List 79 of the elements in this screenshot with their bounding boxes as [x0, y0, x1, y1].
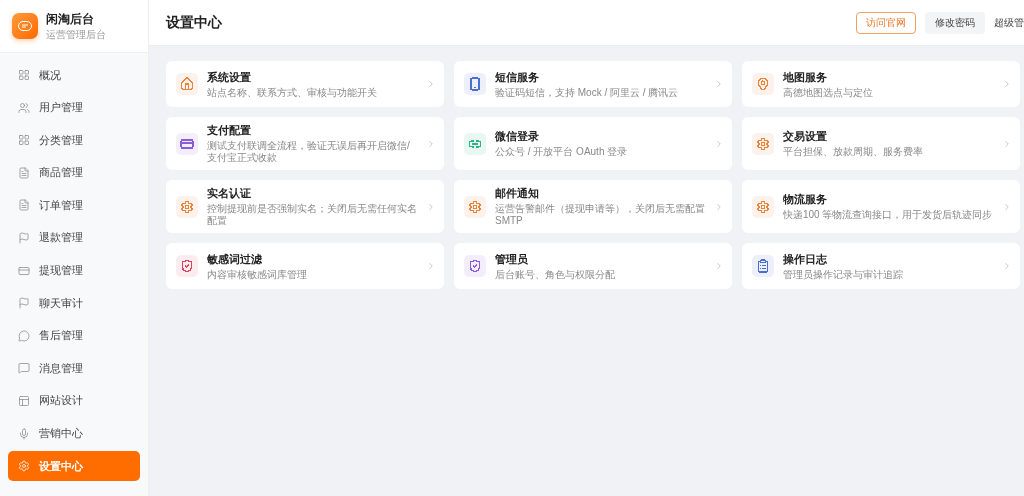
sidebar-item[interactable]: 售后管理 [8, 320, 140, 351]
sidebar-item[interactable]: 退款管理 [8, 222, 140, 253]
chevron-icon [714, 79, 724, 89]
chevron-icon [426, 138, 436, 149]
chevron-icon [714, 201, 724, 212]
chat-bubble-icon [18, 329, 30, 342]
card-title: 短信服务 [495, 69, 540, 85]
card-title: 敏感词过滤 [207, 251, 263, 267]
sidebar-item[interactable]: 提现管理 [8, 255, 140, 286]
sidebar-item[interactable]: 网站设计 [8, 385, 140, 416]
flag-icon [18, 297, 30, 310]
settings-card[interactable]: 操作日志 管理员操作记录与审计追踪 [742, 243, 1020, 289]
grid-icon [18, 134, 30, 147]
settings-card[interactable]: 短信服务 验证码短信，支持 Mock / 阿里云 / 腾讯云 [454, 61, 732, 107]
card-description: 公众号 / 开放平台 OAuth 登录 [495, 146, 629, 158]
header-button[interactable]: 修改密码 [925, 11, 985, 34]
chevron-icon [1002, 261, 1012, 271]
brand-subtitle: 运营管理后台 [46, 27, 106, 42]
logo-icon [12, 13, 38, 39]
sidebar-item[interactable]: 分类管理 [8, 125, 140, 156]
sidebar-item[interactable]: 用户管理 [8, 92, 140, 123]
card-description: 测试支付联调全流程，验证无误后再开启微信/支付宝正式收款 [207, 140, 411, 164]
chevron-icon [426, 261, 436, 271]
settings-card[interactable]: 系统设置 站点名称、联系方式、审核与功能开关 [166, 61, 444, 107]
card-title: 管理员 [495, 251, 529, 267]
settings-card[interactable]: 微信登录 公众号 / 开放平台 OAuth 登录 [454, 117, 732, 170]
chevron-icon [1002, 201, 1012, 212]
document-icon [18, 166, 30, 179]
settings-card[interactable]: 邮件通知 运营告警邮件（提现申请等），关闭后无需配置 SMTP [454, 180, 732, 233]
card-description: 后台账号、角色与权限分配 [495, 268, 616, 281]
card-description: 平台担保、放款周期、服务费率 [783, 146, 924, 158]
card-description: 管理员操作记录与审计追踪 [783, 268, 904, 281]
card-description: 快递100 等物流查询接口，用于发货后轨迹同步 [783, 209, 993, 221]
card-description: 站点名称、联系方式、审核与功能开关 [207, 86, 378, 99]
settings-card[interactable]: 敏感词过滤 内容审核敏感词库管理 [166, 243, 444, 289]
card-description: 运营告警邮件（提现申请等），关闭后无需配置 SMTP [495, 203, 705, 227]
card-description: 验证码短信，支持 Mock / 阿里云 / 腾讯云 [495, 86, 680, 99]
sidebar-item[interactable]: 消息管理 [8, 353, 140, 384]
sidebar-item[interactable]: 聊天审计 [8, 288, 140, 319]
card-icon [18, 264, 30, 277]
settings-card[interactable]: 实名认证 控制提现前是否强制实名；关闭后无需任何实名配置 [166, 180, 444, 233]
grid-icon [18, 69, 30, 81]
card-description: 内容审核敏感词库管理 [207, 268, 308, 281]
sidebar-item[interactable]: 营销中心 [8, 418, 140, 449]
brand-name: 闲淘后台 [46, 10, 95, 28]
settings-card[interactable]: 物流服务 快递100 等物流查询接口，用于发货后轨迹同步 [742, 180, 1020, 233]
page-title: 设置中心 [166, 13, 223, 32]
chevron-icon [1002, 79, 1012, 89]
card-description: 高德地图选点与定位 [783, 86, 874, 99]
users-icon [18, 101, 30, 114]
card-title: 交易设置 [783, 129, 828, 144]
sidebar-item[interactable]: 商品管理 [8, 157, 140, 188]
card-title: 邮件通知 [495, 186, 540, 201]
layout-icon [18, 394, 30, 407]
document-icon [18, 199, 30, 212]
flag-icon [18, 231, 30, 244]
settings-card[interactable]: 地图服务 高德地图选点与定位 [742, 61, 1020, 107]
chevron-icon [714, 138, 724, 149]
settings-card[interactable]: 交易设置 平台担保、放款周期、服务费率 [742, 117, 1020, 170]
chevron-icon [714, 261, 724, 271]
card-title: 实名认证 [207, 186, 252, 201]
chevron-icon [426, 201, 436, 212]
settings-icon [18, 460, 30, 473]
card-title: 地图服务 [783, 69, 828, 85]
card-title: 物流服务 [783, 192, 828, 207]
settings-card[interactable]: 管理员 后台账号、角色与权限分配 [454, 243, 732, 289]
card-title: 系统设置 [207, 69, 252, 85]
chevron-icon [426, 79, 436, 89]
user-name[interactable]: 超级管 [994, 15, 1024, 30]
card-description: 控制提现前是否强制实名；关闭后无需任何实名配置 [207, 203, 417, 227]
chevron-icon [1002, 138, 1012, 149]
settings-card[interactable]: 支付配置 测试支付联调全流程，验证无误后再开启微信/支付宝正式收款 [166, 117, 444, 170]
card-title: 支付配置 [207, 123, 252, 138]
card-title: 微信登录 [495, 129, 540, 144]
card-title: 操作日志 [783, 251, 828, 267]
sidebar-item[interactable]: 概况 [8, 60, 140, 90]
sidebar-item[interactable]: 订单管理 [8, 190, 140, 221]
message-icon [18, 362, 30, 375]
microphone-icon [18, 427, 30, 440]
